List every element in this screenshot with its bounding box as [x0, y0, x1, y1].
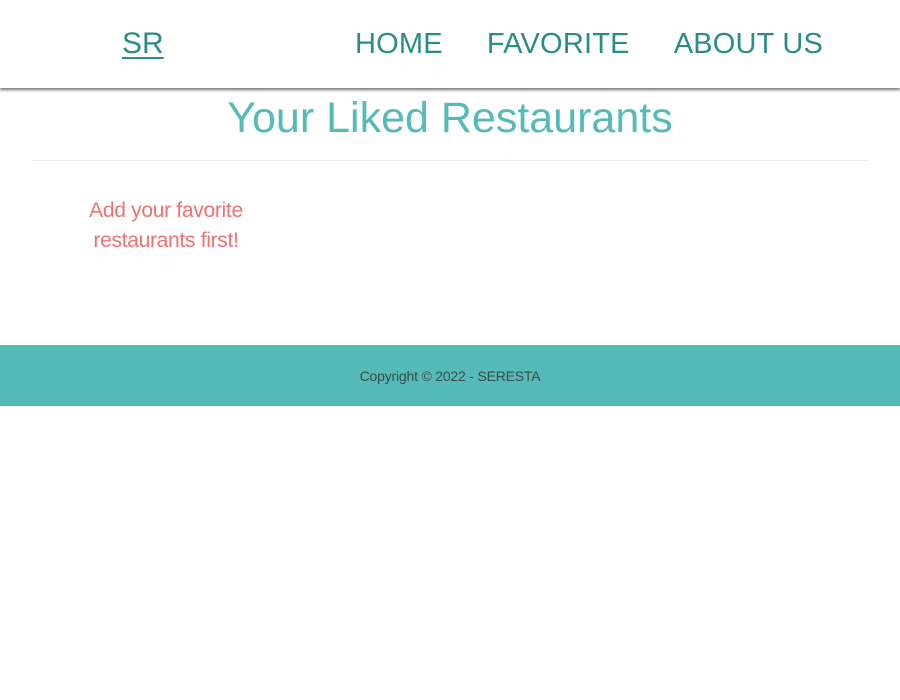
copyright-text: Copyright © 2022 - SERESTA	[359, 367, 541, 384]
nav-home-link[interactable]: HOME	[355, 26, 443, 62]
title-divider	[32, 160, 868, 161]
page-title: Your Liked Restaurants	[227, 94, 673, 142]
footer: Copyright © 2022 - SERESTA	[0, 345, 900, 406]
main-nav: HOME FAVORITE ABOUT US	[355, 26, 823, 62]
nav-favorite-link[interactable]: FAVORITE	[487, 26, 630, 62]
empty-favorites-message: Add your favorite restaurants first!	[89, 199, 243, 252]
nav-about-us-link[interactable]: ABOUT US	[674, 26, 823, 62]
app-bar: SR HOME FAVORITE ABOUT US	[0, 0, 900, 88]
brand-logo-link[interactable]: SR	[122, 26, 164, 62]
